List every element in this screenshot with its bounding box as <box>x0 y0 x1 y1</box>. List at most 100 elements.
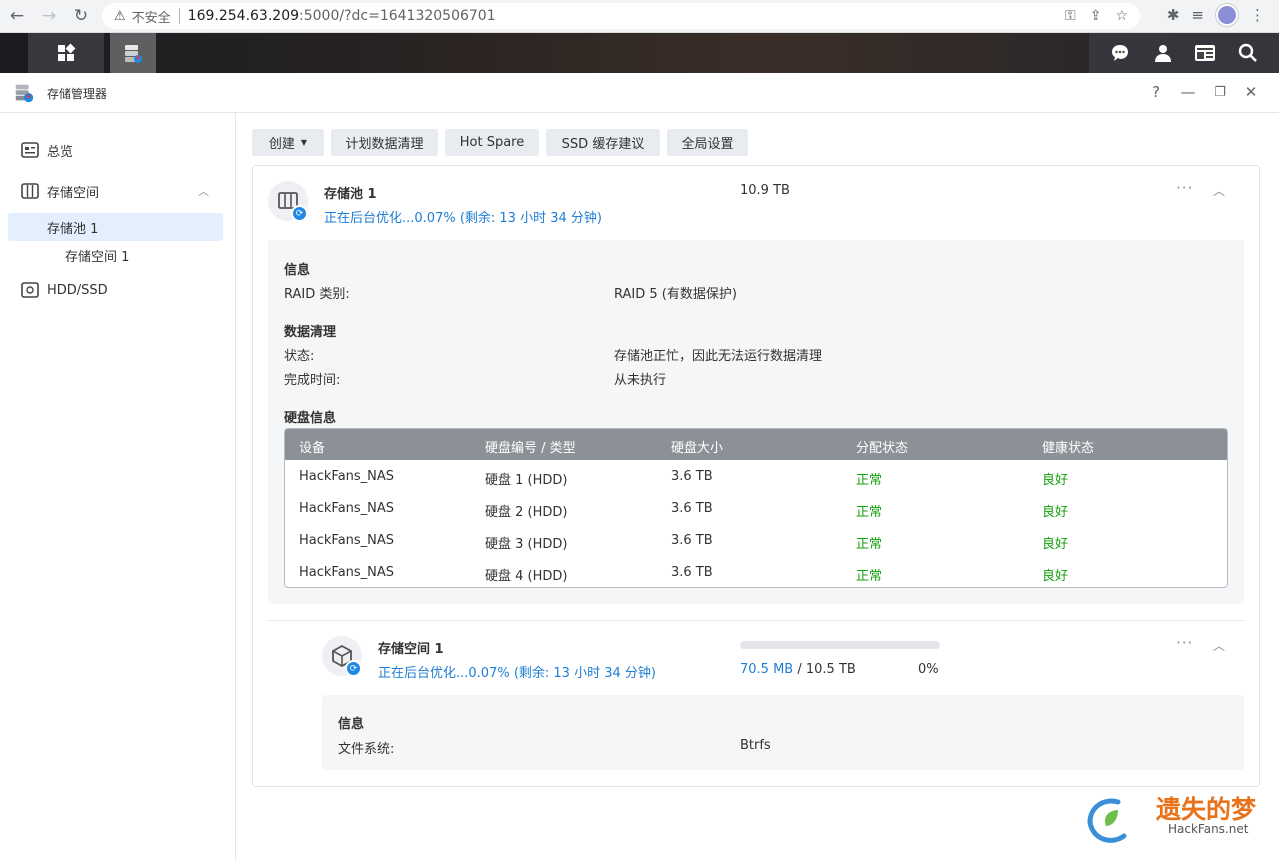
user-icon[interactable] <box>1152 42 1174 64</box>
create-label: 创建 <box>268 137 295 152</box>
disk-device: HackFans_NAS <box>299 565 395 580</box>
widgets-icon[interactable] <box>1194 42 1216 64</box>
watermark: 遗失的梦 HackFans.net <box>1080 790 1275 855</box>
volume-total: / 10.5 TB <box>793 662 856 677</box>
watermark-logo-icon <box>1087 798 1127 843</box>
search-icon[interactable] <box>1237 42 1259 64</box>
main-menu-button[interactable] <box>28 33 104 73</box>
extensions-icon[interactable]: ✱ <box>1167 6 1180 24</box>
taskbar-storage-manager[interactable] <box>110 33 156 73</box>
forward-icon[interactable]: → <box>34 1 64 31</box>
window-title: 存储管理器 <box>47 87 108 101</box>
global-settings-button[interactable]: 全局设置 <box>667 129 748 156</box>
disk-alloc: 正常 <box>856 473 883 488</box>
more-icon[interactable]: ··· <box>1176 179 1193 197</box>
hot-spare-button[interactable]: Hot Spare <box>445 129 539 156</box>
ssd-cache-advice-button[interactable]: SSD 缓存建议 <box>546 129 660 156</box>
insecure-label: 不安全 <box>131 10 171 26</box>
grid-icon <box>58 43 76 61</box>
state-value: 存储池正忙，因此无法运行数据清理 <box>614 349 823 364</box>
warning-icon: ⚠ <box>114 8 126 24</box>
close-button[interactable]: ✕ <box>1241 83 1261 101</box>
browser-toolbar: ← → ↻ ⚠ 不安全 169.254.63.209:5000/?dc=1641… <box>0 0 1279 33</box>
help-button[interactable]: ? <box>1146 83 1166 101</box>
table-row[interactable]: HackFans_NAS 硬盘 1 (HDD) 3.6 TB 正常 良好 <box>285 460 1227 492</box>
disk-id: 硬盘 2 (HDD) <box>485 505 568 520</box>
table-row[interactable]: HackFans_NAS 硬盘 4 (HDD) 3.6 TB 正常 良好 <box>285 556 1227 587</box>
volume-used: 70.5 MB <box>740 662 794 677</box>
overview-icon <box>21 142 39 158</box>
bookmark-star-icon[interactable]: ☆ <box>1115 8 1128 24</box>
chat-icon[interactable] <box>1109 42 1131 64</box>
section-divider <box>268 620 1244 621</box>
table-row[interactable]: HackFans_NAS 硬盘 3 (HDD) 3.6 TB 正常 良好 <box>285 524 1227 556</box>
chevron-up-icon[interactable]: ︿ <box>1213 182 1225 199</box>
table-row[interactable]: HackFans_NAS 硬盘 2 (HDD) 3.6 TB 正常 良好 <box>285 492 1227 524</box>
schedule-scrub-button[interactable]: 计划数据清理 <box>331 129 438 156</box>
disk-health: 良好 <box>1042 569 1069 584</box>
disk-id: 硬盘 3 (HDD) <box>485 537 568 552</box>
scrub-section-title: 数据清理 <box>284 325 337 340</box>
disk-size: 3.6 TB <box>671 565 713 580</box>
chevron-up-icon[interactable]: ︿ <box>198 183 209 199</box>
disk-device: HackFans_NAS <box>299 501 395 516</box>
create-button[interactable]: 创建 ▼ <box>252 129 324 156</box>
url-host: 169.254.63.209 <box>187 8 300 24</box>
sidebar-item-hdd-ssd[interactable]: HDD/SSD <box>0 276 236 304</box>
pool-status: 正在后台优化...0.07% (剩余: 13 小时 34 分钟) <box>324 211 602 226</box>
key-icon[interactable]: ⚿ <box>1065 8 1076 24</box>
address-bar[interactable]: ⚠ 不安全 169.254.63.209:5000/?dc=1641320506… <box>102 3 1140 29</box>
disk-size: 3.6 TB <box>671 501 713 516</box>
storage-manager-logo <box>15 84 34 103</box>
state-label: 状态: <box>284 349 315 364</box>
share-icon[interactable]: ⇪ <box>1090 8 1102 24</box>
done-value: 从未执行 <box>614 373 667 388</box>
sidebar-item-storage[interactable]: 存储空间 ︿ <box>0 177 236 205</box>
disk-health: 良好 <box>1042 473 1069 488</box>
disk-alloc: 正常 <box>856 505 883 520</box>
fs-label: 文件系统: <box>338 742 395 757</box>
disk-table: 设备 硬盘编号 / 类型 硬盘大小 分配状态 健康状态 HackFans_NAS… <box>284 428 1228 588</box>
sidebar-item-label: 存储空间 <box>47 185 100 201</box>
storage-manager-icon <box>125 45 142 63</box>
sidebar-item-volume-1[interactable]: 存储空间 1 <box>0 241 236 269</box>
disk-alloc: 正常 <box>856 537 883 552</box>
column-header: 分配状态 <box>856 441 909 456</box>
disk-size: 3.6 TB <box>671 533 713 548</box>
reload-icon[interactable]: ↻ <box>66 1 96 31</box>
column-header: 硬盘大小 <box>671 441 724 456</box>
minimize-button[interactable]: — <box>1178 83 1198 101</box>
sidebar-item-label: HDD/SSD <box>47 282 108 298</box>
sidebar-item-overview[interactable]: 总览 <box>0 136 236 164</box>
done-label: 完成时间: <box>284 373 341 388</box>
disk-table-header: 设备 硬盘编号 / 类型 硬盘大小 分配状态 健康状态 <box>285 429 1227 460</box>
menu-icon[interactable]: ⋮ <box>1250 6 1265 24</box>
sidebar-item-label: 存储池 1 <box>47 221 99 237</box>
volume-info-title: 信息 <box>338 717 365 732</box>
url-text: 169.254.63.209:5000/?dc=1641320506701 <box>188 8 496 24</box>
sidebar-item-pool-1[interactable]: 存储池 1 <box>0 213 236 241</box>
media-icon[interactable]: ≡ <box>1191 6 1204 24</box>
sidebar: 总览 存储空间 ︿ 存储池 1 存储空间 1 HDD/SSD <box>0 113 236 860</box>
more-icon[interactable]: ··· <box>1176 634 1193 652</box>
chevron-up-icon[interactable]: ︿ <box>1213 637 1225 654</box>
volume-usage-bar <box>740 641 940 649</box>
pool-title: 存储池 1 <box>324 187 377 202</box>
profile-avatar[interactable] <box>1216 4 1238 26</box>
pool-size: 10.9 TB <box>740 183 790 198</box>
watermark-title: 遗失的梦 <box>1156 795 1257 824</box>
back-icon[interactable]: ← <box>2 1 32 31</box>
disk-device: HackFans_NAS <box>299 469 395 484</box>
column-header: 健康状态 <box>1042 441 1095 456</box>
window-header: 存储管理器 ? — ❐ ✕ <box>0 73 1279 113</box>
disk-id: 硬盘 1 (HDD) <box>485 473 568 488</box>
disk-alloc: 正常 <box>856 569 883 584</box>
volume-usage-text: 70.5 MB / 10.5 TB <box>740 662 856 677</box>
url-rest: :5000/?dc=1641320506701 <box>299 8 496 24</box>
raid-label: RAID 类别: <box>284 287 350 302</box>
watermark-site: HackFans.net <box>1168 822 1249 836</box>
column-header: 设备 <box>299 441 326 456</box>
dsm-taskbar <box>0 33 1279 73</box>
volume-status: 正在后台优化...0.07% (剩余: 13 小时 34 分钟) <box>378 666 656 681</box>
restore-button[interactable]: ❐ <box>1210 85 1230 100</box>
